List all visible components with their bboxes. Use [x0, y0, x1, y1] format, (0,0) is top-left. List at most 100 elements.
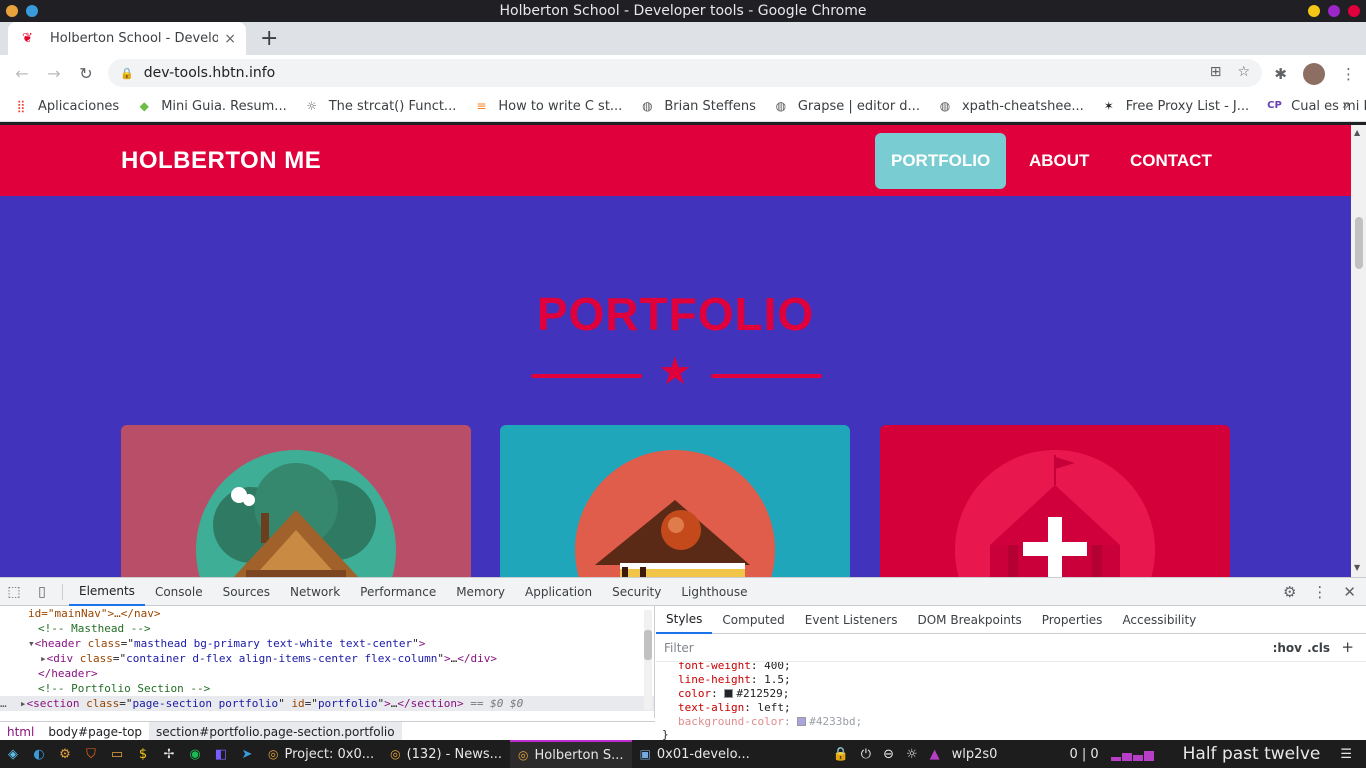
profile-avatar[interactable]	[1303, 63, 1325, 85]
spotify-launcher-icon[interactable]: ◉	[182, 747, 208, 762]
slack-launcher-icon[interactable]: ✢	[156, 747, 182, 762]
close-tab-icon[interactable]: ×	[224, 31, 236, 47]
breadcrumb-section[interactable]: section#portfolio.page-section.portfolio	[149, 721, 402, 742]
files-launcher-icon[interactable]: ▭	[104, 747, 130, 762]
elements-scrollbar-thumb[interactable]	[644, 630, 652, 660]
brave-launcher-icon[interactable]: ⛉	[78, 747, 104, 762]
device-toolbar-icon[interactable]: ▯	[28, 584, 56, 600]
task-terminal[interactable]: ▣ 0x01-develo...	[632, 740, 758, 768]
bookmark-aplicaciones[interactable]: ⣿ Aplicaciones	[14, 99, 120, 114]
nav-link-portfolio[interactable]: PORTFOLIO	[875, 133, 1007, 189]
nav-link-about[interactable]: ABOUT	[1013, 133, 1105, 189]
more-bookmarks-icon[interactable]: »	[1342, 98, 1350, 113]
css-prop-color[interactable]: color: #212529;	[678, 687, 1366, 701]
devtools-tab-elements[interactable]: Elements	[69, 578, 145, 606]
bookmark-strcat[interactable]: ☼ The strcat() Funct...	[305, 99, 456, 114]
power-icon[interactable]: ⏻	[861, 747, 871, 762]
devtools-tab-lighthouse[interactable]: Lighthouse	[671, 578, 757, 606]
css-prop-background-color[interactable]: background-color: #4233bd;	[678, 715, 1366, 729]
styles-tab-dom-breakpoints[interactable]: DOM Breakpoints	[907, 606, 1031, 634]
devtools-tab-sources[interactable]: Sources	[213, 578, 280, 606]
chrome-menu-icon[interactable]: ⋮	[1341, 65, 1356, 83]
css-prop-text-align[interactable]: text-align: left;	[678, 701, 1366, 715]
window-controls[interactable]	[1308, 5, 1360, 17]
hov-toggle[interactable]: :hov	[1273, 641, 1302, 655]
cls-toggle[interactable]: .cls	[1307, 641, 1330, 655]
bookmark-brian-steffens[interactable]: ◍ Brian Steffens	[640, 99, 756, 114]
devtools-tab-security[interactable]: Security	[602, 578, 671, 606]
devtools-menu-icon[interactable]: ⋮	[1312, 583, 1327, 601]
devtools-tab-performance[interactable]: Performance	[350, 578, 446, 606]
address-bar[interactable]: 🔒 dev-tools.hbtn.info ⊞ ☆	[108, 59, 1262, 87]
new-tab-button[interactable]: +	[260, 26, 278, 51]
settings-gear-icon[interactable]: ⚙	[1283, 583, 1296, 601]
menu-lines-icon[interactable]: ☰	[1340, 747, 1352, 762]
expand-triangle-icon[interactable]: ▾	[28, 637, 35, 650]
styles-tab-accessibility[interactable]: Accessibility	[1112, 606, 1206, 634]
money-launcher-icon[interactable]: $	[130, 747, 156, 762]
styles-tab-event-listeners[interactable]: Event Listeners	[795, 606, 908, 634]
scroll-down-icon[interactable]: ▼	[1354, 563, 1360, 572]
page-scrollbar[interactable]: ▲ ▼	[1351, 125, 1366, 577]
settings-launcher-icon[interactable]: ⚙	[52, 747, 78, 762]
extensions-puzzle-icon[interactable]: ✱	[1274, 65, 1287, 83]
task-news[interactable]: ◎ (132) - News...	[382, 740, 510, 768]
minimize-button[interactable]	[1308, 5, 1320, 17]
dom-node-section-selected[interactable]: … ▸<section class="page-section portfoli…	[0, 696, 654, 711]
dom-comment[interactable]: <!-- Portfolio Section -->	[0, 681, 654, 696]
reload-icon[interactable]: ↻	[70, 64, 102, 83]
portfolio-card-cake[interactable]	[500, 425, 850, 577]
task-project[interactable]: ◎ Project: 0x0...	[260, 740, 382, 768]
color-swatch[interactable]	[797, 717, 807, 726]
color-swatch[interactable]	[724, 689, 734, 698]
maximize-button[interactable]	[1328, 5, 1340, 17]
scroll-up-icon[interactable]: ▲	[1354, 128, 1360, 137]
no-entry-icon[interactable]: ⊖	[883, 747, 894, 762]
page-scrollbar-thumb[interactable]	[1355, 217, 1363, 269]
collapse-triangle-icon[interactable]: ▸	[20, 697, 27, 710]
devtools-tab-console[interactable]: Console	[145, 578, 213, 606]
dom-node-header[interactable]: ▾<header class="masthead bg-primary text…	[0, 636, 654, 651]
dom-comment[interactable]: <!-- Masthead -->	[0, 621, 654, 636]
browser-tab[interactable]: ❦ Holberton School - Develope ×	[8, 22, 246, 55]
portfolio-card-circus[interactable]	[880, 425, 1230, 577]
bookmark-how-to-write-c[interactable]: ≡ How to write C st...	[474, 99, 622, 114]
devtools-tab-memory[interactable]: Memory	[446, 578, 515, 606]
styles-filter-input[interactable]: Filter	[664, 641, 694, 655]
close-window-button[interactable]	[1348, 5, 1360, 17]
nav-link-contact[interactable]: CONTACT	[1114, 133, 1228, 189]
portfolio-card-cabin[interactable]	[121, 425, 471, 577]
bookmark-mini-guia[interactable]: ◆ Mini Guia. Resum...	[137, 99, 287, 114]
bookmark-xpath[interactable]: ◍ xpath-cheatshee...	[938, 99, 1084, 114]
styles-tab-computed[interactable]: Computed	[712, 606, 794, 634]
translate-icon[interactable]: ⊞	[1210, 64, 1222, 80]
new-rule-plus-icon[interactable]: +	[1341, 638, 1354, 656]
forward-arrow-icon[interactable]: →	[38, 64, 70, 83]
devtools-tab-network[interactable]: Network	[280, 578, 350, 606]
launcher-icon[interactable]: ◈	[0, 747, 26, 762]
css-prop-line-height[interactable]: line-height: 1.5;	[678, 673, 1366, 687]
browser-launcher-icon[interactable]: ◐	[26, 747, 52, 762]
dom-line[interactable]: id="mainNav">…</nav>	[0, 606, 654, 621]
brightness-icon[interactable]: ☼	[906, 747, 918, 762]
dom-node-div[interactable]: ▸<div class="container d-flex align-item…	[0, 651, 654, 666]
bookmark-grapse[interactable]: ◍ Grapse | editor d...	[774, 99, 920, 114]
vscode-launcher-icon[interactable]: ◧	[208, 747, 234, 762]
lock-screen-icon[interactable]: 🔒	[833, 747, 849, 762]
styles-tab-styles[interactable]: Styles	[656, 606, 713, 634]
site-brand[interactable]: HOLBERTON ME	[121, 147, 321, 175]
styles-tab-properties[interactable]: Properties	[1032, 606, 1113, 634]
bookmark-cual-es-mi-ip[interactable]: CP Cual es mi IP, Mi I...	[1267, 99, 1366, 114]
devtools-tab-application[interactable]: Application	[515, 578, 602, 606]
breadcrumb-body[interactable]: body#page-top	[41, 722, 149, 742]
collapse-triangle-icon[interactable]: ▸	[40, 652, 47, 665]
bookmark-free-proxy[interactable]: ✶ Free Proxy List - J...	[1102, 99, 1249, 114]
task-holberton[interactable]: ◎ Holberton S...	[510, 740, 632, 768]
elements-dom-tree[interactable]: id="mainNav">…</nav> <!-- Masthead --> ▾…	[0, 606, 655, 718]
telegram-launcher-icon[interactable]: ➤	[234, 747, 260, 762]
dom-close-header[interactable]: </header>	[0, 666, 654, 681]
close-devtools-icon[interactable]: ✕	[1343, 583, 1356, 601]
inspect-element-icon[interactable]: ⬚	[0, 584, 28, 600]
breadcrumb-html[interactable]: html	[0, 722, 41, 742]
elements-scrollbar[interactable]	[644, 610, 652, 710]
